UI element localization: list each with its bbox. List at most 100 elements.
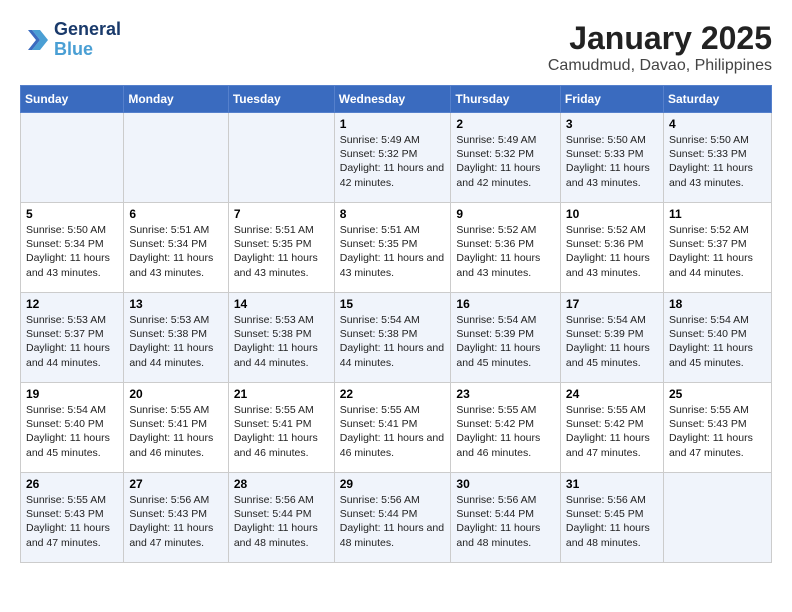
- calendar-cell: 28 Sunrise: 5:56 AMSunset: 5:44 PMDayligh…: [228, 473, 334, 563]
- cell-details: Sunrise: 5:54 AMSunset: 5:39 PMDaylight:…: [566, 314, 650, 369]
- cell-details: Sunrise: 5:54 AMSunset: 5:40 PMDaylight:…: [26, 404, 110, 459]
- page-title: January 2025: [548, 20, 772, 57]
- cell-details: Sunrise: 5:54 AMSunset: 5:39 PMDaylight:…: [456, 314, 540, 369]
- day-number: 28: [234, 477, 329, 491]
- calendar-cell: 15 Sunrise: 5:54 AMSunset: 5:38 PMDayligh…: [334, 293, 451, 383]
- calendar-cell: 29 Sunrise: 5:56 AMSunset: 5:44 PMDayligh…: [334, 473, 451, 563]
- calendar-cell: 22 Sunrise: 5:55 AMSunset: 5:41 PMDayligh…: [334, 383, 451, 473]
- cell-details: Sunrise: 5:53 AMSunset: 5:37 PMDaylight:…: [26, 314, 110, 369]
- cell-details: Sunrise: 5:55 AMSunset: 5:43 PMDaylight:…: [669, 404, 753, 459]
- calendar-cell: 3Sunrise: 5:50 AMSunset: 5:33 PMDaylight…: [560, 113, 663, 203]
- weekday-header: Sunday: [21, 86, 124, 113]
- day-number: 12: [26, 297, 118, 311]
- calendar-cell: [663, 473, 771, 563]
- weekday-header: Wednesday: [334, 86, 451, 113]
- day-number: 19: [26, 387, 118, 401]
- weekday-header: Friday: [560, 86, 663, 113]
- cell-details: Sunrise: 5:56 AMSunset: 5:43 PMDaylight:…: [129, 494, 213, 549]
- day-number: 9: [456, 207, 554, 221]
- calendar-cell: 27 Sunrise: 5:56 AMSunset: 5:43 PMDayligh…: [124, 473, 229, 563]
- day-number: 11: [669, 207, 766, 221]
- calendar-week-row: 26 Sunrise: 5:55 AMSunset: 5:43 PMDayligh…: [21, 473, 772, 563]
- calendar-table: SundayMondayTuesdayWednesdayThursdayFrid…: [20, 85, 772, 563]
- calendar-cell: 9Sunrise: 5:52 AMSunset: 5:36 PMDaylight…: [451, 203, 560, 293]
- calendar-cell: 5Sunrise: 5:50 AMSunset: 5:34 PMDaylight…: [21, 203, 124, 293]
- calendar-cell: 21Sunrise: 5:55 AMSunset: 5:41 PMDayligh…: [228, 383, 334, 473]
- cell-details: Sunrise: 5:53 AMSunset: 5:38 PMDaylight:…: [234, 314, 318, 369]
- cell-details: Sunrise: 5:56 AMSunset: 5:44 PMDaylight:…: [456, 494, 540, 549]
- calendar-cell: 18 Sunrise: 5:54 AMSunset: 5:40 PMDayligh…: [663, 293, 771, 383]
- day-number: 24: [566, 387, 658, 401]
- day-number: 15: [340, 297, 446, 311]
- logo-text: General Blue: [54, 20, 121, 60]
- day-number: 20: [129, 387, 223, 401]
- day-number: 10: [566, 207, 658, 221]
- calendar-cell: 30 Sunrise: 5:56 AMSunset: 5:44 PMDayligh…: [451, 473, 560, 563]
- title-block: January 2025 Camudmud, Davao, Philippine…: [548, 20, 772, 75]
- calendar-cell: 2 Sunrise: 5:49 AMSunset: 5:32 PMDaylight…: [451, 113, 560, 203]
- cell-details: Sunrise: 5:50 AMSunset: 5:33 PMDaylight:…: [669, 134, 753, 189]
- day-number: 2: [456, 117, 554, 131]
- calendar-cell: 6 Sunrise: 5:51 AMSunset: 5:34 PMDaylight…: [124, 203, 229, 293]
- header-row: SundayMondayTuesdayWednesdayThursdayFrid…: [21, 86, 772, 113]
- cell-details: Sunrise: 5:55 AMSunset: 5:41 PMDaylight:…: [340, 404, 444, 459]
- calendar-week-row: 5Sunrise: 5:50 AMSunset: 5:34 PMDaylight…: [21, 203, 772, 293]
- calendar-cell: [124, 113, 229, 203]
- cell-details: Sunrise: 5:53 AMSunset: 5:38 PMDaylight:…: [129, 314, 213, 369]
- cell-details: Sunrise: 5:51 AMSunset: 5:35 PMDaylight:…: [234, 224, 318, 279]
- day-number: 25: [669, 387, 766, 401]
- day-number: 6: [129, 207, 223, 221]
- day-number: 7: [234, 207, 329, 221]
- cell-details: Sunrise: 5:54 AMSunset: 5:40 PMDaylight:…: [669, 314, 753, 369]
- page-subtitle: Camudmud, Davao, Philippines: [548, 57, 772, 75]
- calendar-cell: 11 Sunrise: 5:52 AMSunset: 5:37 PMDayligh…: [663, 203, 771, 293]
- day-number: 3: [566, 117, 658, 131]
- cell-details: Sunrise: 5:52 AMSunset: 5:37 PMDaylight:…: [669, 224, 753, 279]
- day-number: 22: [340, 387, 446, 401]
- day-number: 13: [129, 297, 223, 311]
- logo: General Blue: [20, 20, 121, 60]
- cell-details: Sunrise: 5:51 AMSunset: 5:35 PMDaylight:…: [340, 224, 444, 279]
- day-number: 30: [456, 477, 554, 491]
- calendar-cell: 13 Sunrise: 5:53 AMSunset: 5:38 PMDayligh…: [124, 293, 229, 383]
- cell-details: Sunrise: 5:56 AMSunset: 5:44 PMDaylight:…: [340, 494, 444, 549]
- day-number: 26: [26, 477, 118, 491]
- calendar-cell: 16 Sunrise: 5:54 AMSunset: 5:39 PMDayligh…: [451, 293, 560, 383]
- cell-details: Sunrise: 5:49 AMSunset: 5:32 PMDaylight:…: [456, 134, 540, 189]
- calendar-cell: 12 Sunrise: 5:53 AMSunset: 5:37 PMDayligh…: [21, 293, 124, 383]
- day-number: 27: [129, 477, 223, 491]
- cell-details: Sunrise: 5:54 AMSunset: 5:38 PMDaylight:…: [340, 314, 444, 369]
- day-number: 18: [669, 297, 766, 311]
- cell-details: Sunrise: 5:55 AMSunset: 5:42 PMDaylight:…: [456, 404, 540, 459]
- calendar-cell: 14 Sunrise: 5:53 AMSunset: 5:38 PMDayligh…: [228, 293, 334, 383]
- calendar-cell: 17 Sunrise: 5:54 AMSunset: 5:39 PMDayligh…: [560, 293, 663, 383]
- cell-details: Sunrise: 5:56 AMSunset: 5:44 PMDaylight:…: [234, 494, 318, 549]
- calendar-cell: 1 Sunrise: 5:49 AMSunset: 5:32 PMDaylight…: [334, 113, 451, 203]
- calendar-week-row: 19 Sunrise: 5:54 AMSunset: 5:40 PMDayligh…: [21, 383, 772, 473]
- cell-details: Sunrise: 5:52 AMSunset: 5:36 PMDaylight:…: [566, 224, 650, 279]
- calendar-cell: 4Sunrise: 5:50 AMSunset: 5:33 PMDaylight…: [663, 113, 771, 203]
- day-number: 23: [456, 387, 554, 401]
- cell-details: Sunrise: 5:51 AMSunset: 5:34 PMDaylight:…: [129, 224, 213, 279]
- day-number: 31: [566, 477, 658, 491]
- calendar-cell: [228, 113, 334, 203]
- cell-details: Sunrise: 5:55 AMSunset: 5:42 PMDaylight:…: [566, 404, 650, 459]
- day-number: 29: [340, 477, 446, 491]
- cell-details: Sunrise: 5:55 AMSunset: 5:41 PMDaylight:…: [129, 404, 213, 459]
- weekday-header: Monday: [124, 86, 229, 113]
- day-number: 8: [340, 207, 446, 221]
- day-number: 16: [456, 297, 554, 311]
- cell-details: Sunrise: 5:49 AMSunset: 5:32 PMDaylight:…: [340, 134, 444, 189]
- calendar-cell: 8 Sunrise: 5:51 AMSunset: 5:35 PMDaylight…: [334, 203, 451, 293]
- weekday-header: Saturday: [663, 86, 771, 113]
- day-number: 14: [234, 297, 329, 311]
- cell-details: Sunrise: 5:55 AMSunset: 5:43 PMDaylight:…: [26, 494, 110, 549]
- weekday-header: Tuesday: [228, 86, 334, 113]
- calendar-cell: 23 Sunrise: 5:55 AMSunset: 5:42 PMDayligh…: [451, 383, 560, 473]
- calendar-week-row: 12 Sunrise: 5:53 AMSunset: 5:37 PMDayligh…: [21, 293, 772, 383]
- cell-details: Sunrise: 5:50 AMSunset: 5:34 PMDaylight:…: [26, 224, 110, 279]
- calendar-cell: 26 Sunrise: 5:55 AMSunset: 5:43 PMDayligh…: [21, 473, 124, 563]
- day-number: 1: [340, 117, 446, 131]
- day-number: 17: [566, 297, 658, 311]
- cell-details: Sunrise: 5:56 AMSunset: 5:45 PMDaylight:…: [566, 494, 650, 549]
